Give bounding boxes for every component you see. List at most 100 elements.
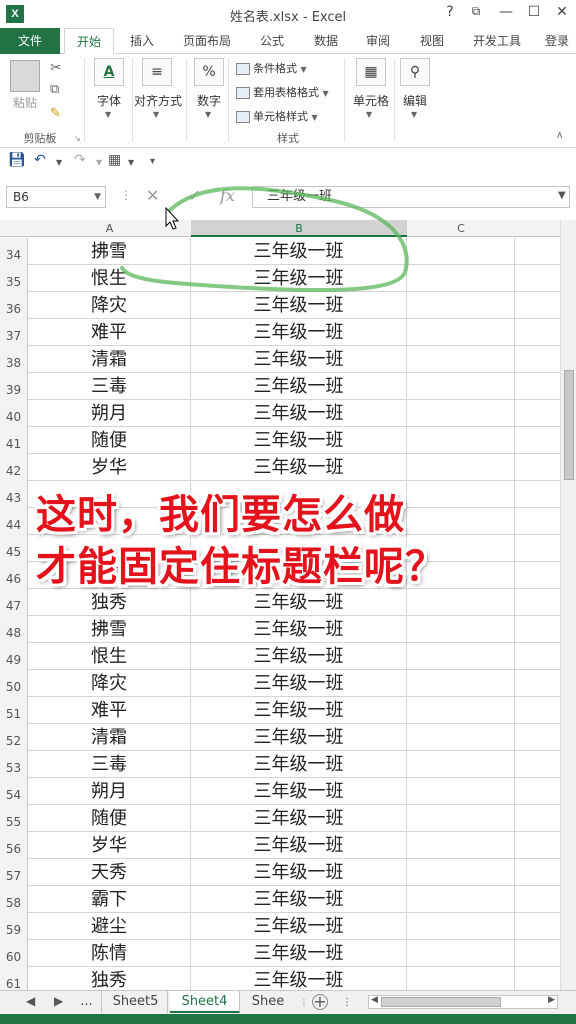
cell-empty[interactable] <box>407 751 515 778</box>
select-all-corner[interactable] <box>0 220 28 237</box>
cell-empty[interactable] <box>515 373 560 400</box>
help-icon[interactable]: ? <box>440 4 460 20</box>
cell-name[interactable]: 随便 <box>28 427 191 454</box>
cell-empty[interactable] <box>515 562 560 589</box>
cell-class[interactable]: 三年级一班 <box>191 967 407 990</box>
scroll-sheets-left-icon[interactable]: ◀ <box>26 994 35 1008</box>
row-header[interactable]: 38 <box>0 346 28 373</box>
cell-empty[interactable] <box>515 265 560 292</box>
cell-class[interactable]: 三年级一班 <box>191 454 407 481</box>
row-header[interactable]: 37 <box>0 319 28 346</box>
cell-class[interactable]: 三年级一班 <box>191 778 407 805</box>
cell-class[interactable]: 三年级一班 <box>191 589 407 616</box>
cell-empty[interactable] <box>407 427 515 454</box>
column-header-b[interactable]: B <box>191 220 407 237</box>
undo-icon[interactable]: ↶ <box>34 152 46 168</box>
cell-empty[interactable] <box>407 670 515 697</box>
alignment-button[interactable]: 对齐方式 <box>132 92 184 109</box>
cancel-icon[interactable]: ✕ <box>146 186 159 205</box>
cells-button[interactable]: 单元格 <box>350 92 392 109</box>
cell-empty[interactable] <box>407 319 515 346</box>
cell-empty[interactable] <box>515 589 560 616</box>
vertical-scrollbar[interactable] <box>560 220 576 990</box>
tab-insert[interactable]: 插入 <box>118 28 166 54</box>
cell-name[interactable]: 清霜 <box>28 724 191 751</box>
row-header[interactable]: 40 <box>0 400 28 427</box>
cell-empty[interactable] <box>407 373 515 400</box>
collapse-ribbon-icon[interactable]: ∧ <box>556 130 563 141</box>
cell-name[interactable]: 难平 <box>28 319 191 346</box>
row-header[interactable]: 61 <box>0 967 28 990</box>
cell-name[interactable]: 降灾 <box>28 670 191 697</box>
cell-empty[interactable] <box>407 778 515 805</box>
cell-empty[interactable] <box>515 670 560 697</box>
form-dropdown-icon[interactable]: ▼ <box>128 158 134 167</box>
cell-empty[interactable] <box>407 805 515 832</box>
cell-name[interactable]: 陈情 <box>28 940 191 967</box>
cell-empty[interactable] <box>407 454 515 481</box>
cell-name[interactable]: 三毒 <box>28 373 191 400</box>
tab-page-layout[interactable]: 页面布局 <box>172 28 242 54</box>
cell-class[interactable]: 三年级一班 <box>191 670 407 697</box>
scrollbar-thumb[interactable] <box>564 370 574 480</box>
cell-empty[interactable] <box>407 940 515 967</box>
cell-empty[interactable] <box>515 535 560 562</box>
tab-home[interactable]: 开始 <box>64 28 114 54</box>
paste-button[interactable]: 粘贴 <box>8 94 42 111</box>
add-sheet-button[interactable]: + <box>312 994 328 1010</box>
row-header[interactable]: 59 <box>0 913 28 940</box>
minimize-icon[interactable]: — <box>496 4 516 20</box>
row-header[interactable]: 54 <box>0 778 28 805</box>
tab-review[interactable]: 审阅 <box>354 28 402 54</box>
customize-qat-icon[interactable]: ▾ <box>150 156 155 167</box>
more-sheets-button[interactable]: ... <box>72 991 102 1013</box>
tab-view[interactable]: 视图 <box>408 28 456 54</box>
editing-button[interactable]: 编辑 <box>396 92 434 109</box>
column-header-a[interactable]: A <box>28 220 191 237</box>
cell-empty[interactable] <box>407 589 515 616</box>
cell-empty[interactable] <box>515 832 560 859</box>
cell-empty[interactable] <box>407 346 515 373</box>
cell-empty[interactable] <box>407 643 515 670</box>
dialog-launcher-icon[interactable]: ↘ <box>74 134 81 143</box>
cell-empty[interactable] <box>515 967 560 990</box>
tab-formulas[interactable]: 公式 <box>248 28 296 54</box>
cell-name[interactable]: 难平 <box>28 697 191 724</box>
cell-class[interactable]: 三年级一班 <box>191 832 407 859</box>
expand-formula-bar-icon[interactable]: ▼ <box>558 190 566 201</box>
cell-empty[interactable] <box>407 886 515 913</box>
cell-class[interactable]: 三年级一班 <box>191 724 407 751</box>
row-header[interactable]: 48 <box>0 616 28 643</box>
cell-empty[interactable] <box>515 481 560 508</box>
ribbon-display-options-icon[interactable]: ⧉ <box>466 4 486 19</box>
cell-empty[interactable] <box>407 832 515 859</box>
close-icon[interactable]: ✕ <box>552 4 572 20</box>
sheet-tab-sheet3[interactable]: Shee <box>242 991 294 1013</box>
cell-empty[interactable] <box>515 454 560 481</box>
form-icon[interactable]: ▦ <box>108 152 121 168</box>
cell-empty[interactable] <box>407 967 515 990</box>
cell-empty[interactable] <box>407 724 515 751</box>
scroll-sheets-right-icon[interactable]: ▶ <box>54 994 63 1008</box>
undo-dropdown-icon[interactable]: ▼ <box>56 158 62 167</box>
cell-class[interactable]: 三年级一班 <box>191 913 407 940</box>
format-painter-icon[interactable]: ✎ <box>50 106 61 121</box>
cell-empty[interactable] <box>515 427 560 454</box>
row-header[interactable]: 46 <box>0 562 28 589</box>
cell-empty[interactable] <box>407 265 515 292</box>
cell-empty[interactable] <box>515 616 560 643</box>
cell-name[interactable]: 降灾 <box>28 292 191 319</box>
cut-icon[interactable]: ✂ <box>50 60 62 76</box>
horizontal-scrollbar[interactable]: ◀ ▶ <box>368 995 558 1009</box>
cell-class[interactable]: 三年级一班 <box>191 319 407 346</box>
cell-empty[interactable] <box>407 859 515 886</box>
cell-empty[interactable] <box>515 778 560 805</box>
row-header[interactable]: 51 <box>0 697 28 724</box>
cell-name[interactable]: 恨生 <box>28 265 191 292</box>
split-handle-icon[interactable]: ⋮ <box>342 997 352 1008</box>
font-button[interactable]: 字体 <box>90 92 128 109</box>
save-icon[interactable]: 💾︎ <box>8 152 26 168</box>
cell-class[interactable]: 三年级一班 <box>191 805 407 832</box>
worksheet-grid[interactable]: 34 拂雪 三年级一班 35 恨生 三年级一班 36 降灾 三年级一班 37 难平 三年级一班 38 清霜… <box>0 238 560 990</box>
column-header-c[interactable]: C <box>407 220 515 237</box>
